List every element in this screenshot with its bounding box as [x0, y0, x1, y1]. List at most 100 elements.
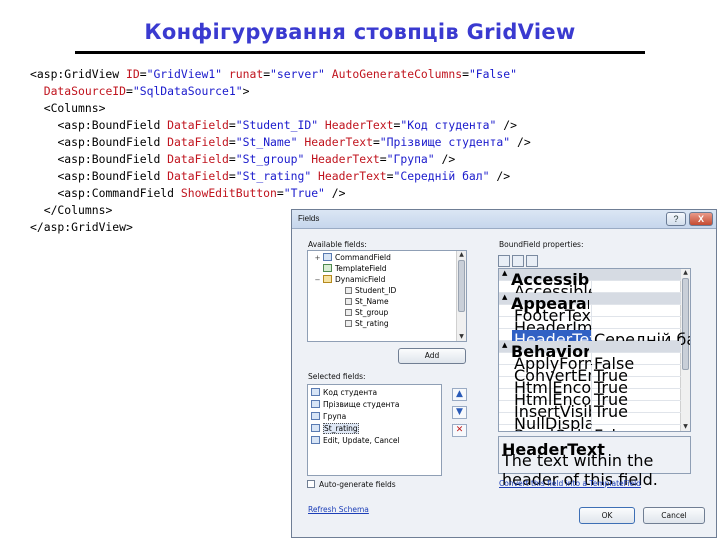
code-token: "St_Name"	[235, 135, 298, 149]
code-token: runat	[222, 67, 264, 81]
alphabetical-icon[interactable]	[512, 255, 524, 267]
help-button[interactable]: ?	[666, 212, 686, 226]
property-category[interactable]: ▲Appearance	[499, 293, 681, 313]
selected-field-item[interactable]: St_rating	[311, 423, 359, 435]
cancel-button[interactable]: Cancel	[643, 507, 705, 524]
property-value[interactable]: False	[594, 426, 634, 431]
property-row[interactable]: AccessibleHeaderText	[499, 281, 681, 301]
property-grid[interactable]: ▲ ▼ ▲AccessibilityAccessibleHeaderText▲A…	[498, 268, 691, 432]
available-field-item[interactable]: St_Name	[336, 297, 389, 308]
property-category[interactable]: ▲ Behavior	[499, 341, 681, 361]
convert-template-link[interactable]: Convert this field into a TemplateField	[499, 479, 641, 488]
categorized-icon[interactable]	[498, 255, 510, 267]
refresh-schema-link[interactable]: Refresh Schema	[308, 505, 369, 514]
delete-button[interactable]: ✕	[452, 424, 467, 437]
available-field-item[interactable]: St_rating	[336, 319, 389, 330]
code-token: "SqlDataSource1"	[132, 84, 243, 98]
code-line: <Columns>	[30, 100, 531, 117]
bound-field-icon	[311, 388, 320, 396]
auto-generate-label: Auto-generate fields	[319, 480, 396, 489]
property-row[interactable]: ReadOnlyFalse	[499, 425, 681, 431]
scroll-down-icon[interactable]: ▼	[457, 333, 466, 341]
ok-button[interactable]: OK	[579, 507, 635, 524]
property-row[interactable]: HeaderImageUrl	[499, 317, 681, 337]
tree-expander-icon[interactable]: +	[314, 254, 321, 262]
collapse-icon[interactable]: ▲	[502, 341, 507, 349]
property-row[interactable]: ApplyFormatInEditModeFalse	[499, 353, 681, 373]
code-token: />	[496, 118, 517, 132]
column-divider	[591, 365, 592, 376]
code-token: ID	[126, 67, 140, 81]
code-token: =	[379, 152, 387, 166]
command-field-icon	[323, 253, 332, 261]
property-name: ReadOnly	[514, 426, 592, 431]
code-line: <asp:BoundField DataField="St_group" Hea…	[30, 151, 531, 168]
available-fields-label: Available fields:	[308, 240, 367, 249]
move-down-button[interactable]: ▼	[452, 406, 467, 419]
properties-toolbar	[498, 252, 540, 267]
move-up-button[interactable]: ▲	[452, 388, 467, 401]
property-row[interactable]: HtmlEncodeFormatStringTrue	[499, 389, 681, 409]
grid-scroll-thumb[interactable]	[682, 278, 689, 370]
available-fields-tree[interactable]: ▲ ▼ + CommandField TemplateField − DynamicFi…	[307, 250, 467, 342]
available-field-item[interactable]: TemplateField	[314, 264, 387, 275]
column-divider	[591, 389, 592, 400]
code-token: "St_rating"	[235, 169, 312, 183]
grid-scroll-down-icon[interactable]: ▼	[681, 423, 690, 431]
code-token: />	[434, 152, 456, 166]
code-token: =	[228, 169, 236, 183]
property-pages-icon[interactable]	[526, 255, 538, 267]
selected-field-item[interactable]: Прізвище студента	[311, 400, 399, 411]
column-divider	[591, 425, 592, 431]
available-scrollbar[interactable]: ▲ ▼	[456, 251, 466, 341]
tree-expander-icon[interactable]: −	[314, 276, 321, 284]
available-field-label: TemplateField	[335, 264, 387, 273]
template-field-icon	[323, 264, 332, 272]
property-row[interactable]: NullDisplayText	[499, 413, 681, 431]
code-token: "Середній бал"	[393, 169, 490, 183]
scroll-thumb[interactable]	[458, 260, 465, 312]
auto-generate-checkbox[interactable]	[307, 480, 315, 488]
selected-field-label: Код студента	[323, 388, 378, 397]
selected-fields-label: Selected fields:	[308, 372, 366, 381]
property-row[interactable]: ConvertEmptyStringToNullTrue	[499, 365, 681, 385]
property-row[interactable]: InsertVisibleTrue	[499, 401, 681, 421]
field-icon	[345, 309, 352, 316]
property-row[interactable]: HtmlEncodeTrue	[499, 377, 681, 397]
property-row[interactable]: FooterText	[499, 305, 681, 325]
code-token: HeaderText	[318, 118, 394, 132]
code-token: =	[228, 118, 236, 132]
close-button[interactable]: X	[689, 212, 713, 226]
code-token: =	[386, 169, 394, 183]
code-token: />	[510, 135, 531, 149]
collapse-icon[interactable]: ▲	[502, 269, 507, 277]
code-token: "GridView1"	[146, 67, 223, 81]
selected-field-item[interactable]: Група	[311, 412, 346, 423]
available-field-label: Student_ID	[355, 286, 397, 295]
property-row[interactable]: HeaderTextСередній бал	[499, 329, 690, 349]
available-field-item[interactable]: − DynamicField	[314, 275, 385, 286]
code-token: =	[228, 135, 236, 149]
add-button[interactable]: Add	[398, 348, 466, 364]
available-field-label: St_rating	[355, 319, 389, 328]
selected-field-item[interactable]: Код студента	[311, 388, 377, 399]
dialog-title-bar[interactable]: Fields	[292, 210, 716, 229]
collapse-icon[interactable]: ▲	[502, 293, 507, 301]
available-field-item[interactable]: + CommandField	[314, 253, 391, 264]
selected-field-item[interactable]: Edit, Update, Cancel	[311, 436, 400, 447]
property-category[interactable]: ▲Accessibility	[499, 269, 681, 289]
column-divider	[591, 281, 592, 292]
available-field-item[interactable]: Student_ID	[336, 286, 396, 297]
code-token: HeaderText	[297, 135, 373, 149]
bound-field-icon	[311, 424, 320, 432]
grid-scroll-up-icon[interactable]: ▲	[681, 269, 690, 277]
column-divider	[591, 329, 592, 340]
available-field-item[interactable]: St_group	[336, 308, 388, 319]
code-token: "True"	[283, 186, 325, 200]
scroll-up-icon[interactable]: ▲	[457, 251, 466, 259]
column-divider	[591, 353, 592, 364]
property-scrollbar[interactable]: ▲ ▼	[680, 269, 690, 431]
code-token: DataSourceID	[43, 84, 127, 98]
dialog-title: Fields	[298, 214, 320, 223]
selected-fields-list[interactable]: Код студента Прізвище студента Група St_rat…	[307, 384, 442, 476]
